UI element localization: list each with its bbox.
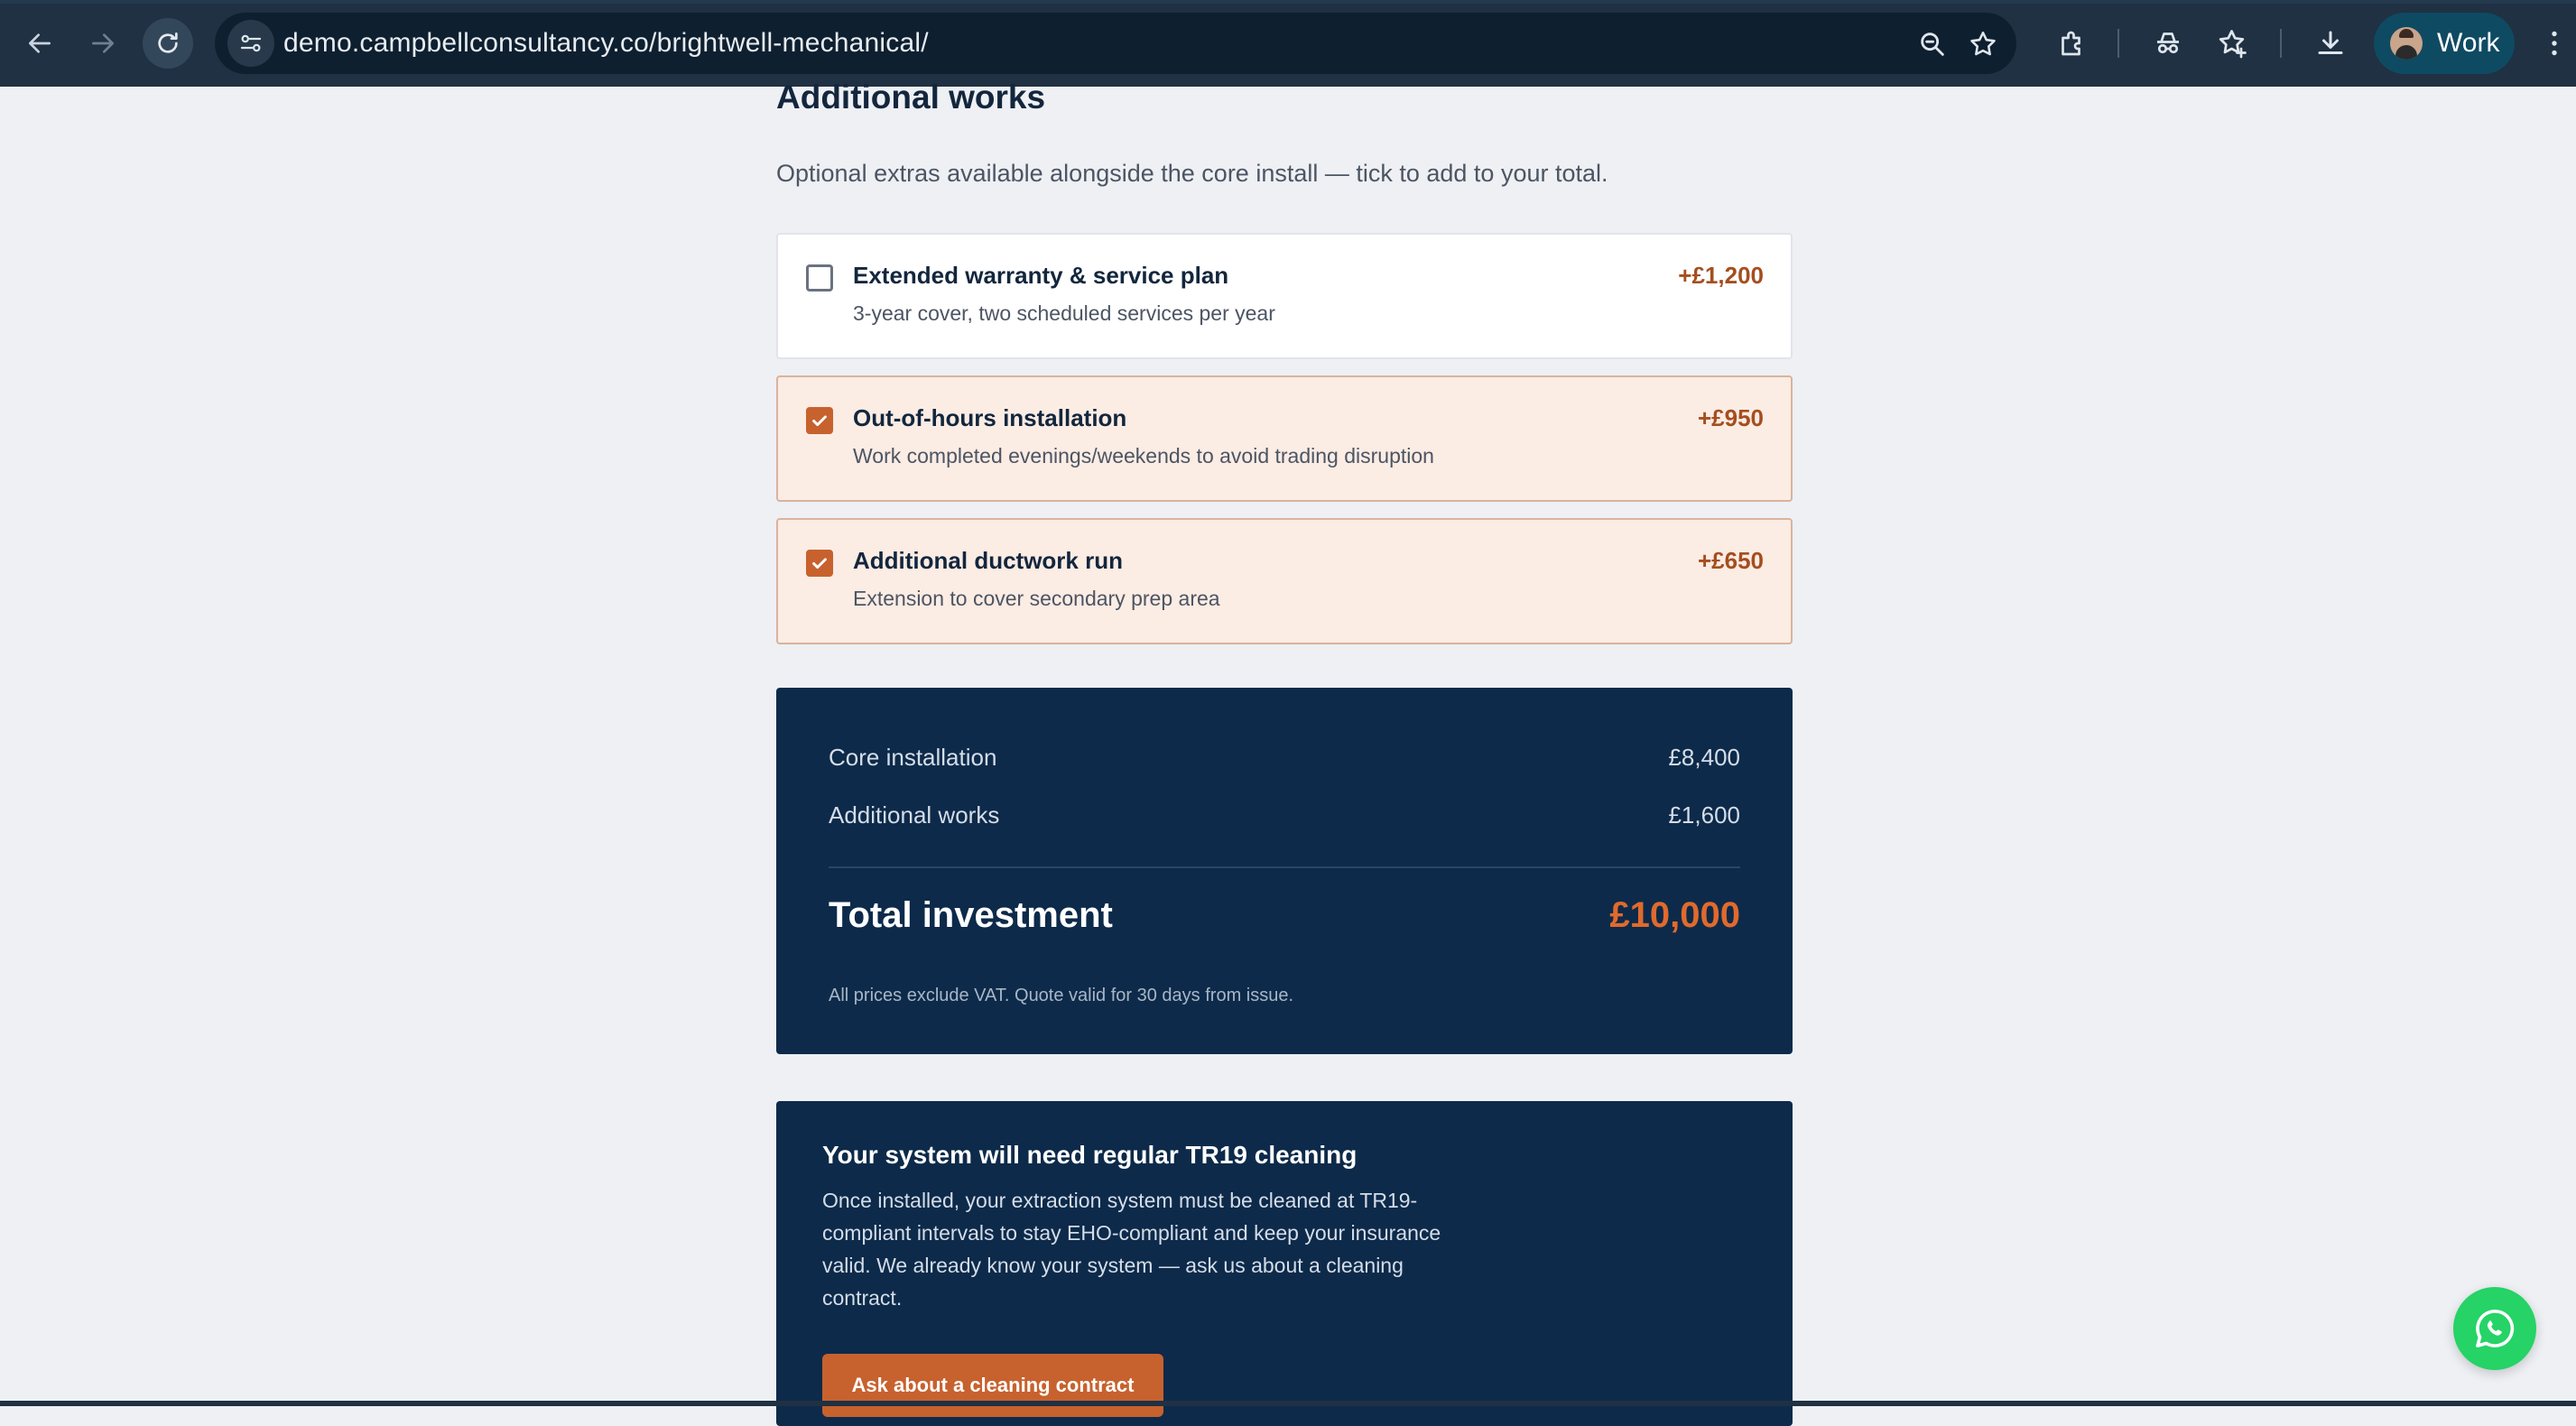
url-text[interactable]: demo.campbellconsultancy.co/brightwell-m… bbox=[283, 13, 929, 74]
option-title: Extended warranty & service plan bbox=[853, 262, 1229, 289]
summary-divider bbox=[829, 866, 1740, 868]
whatsapp-icon bbox=[2476, 1310, 2515, 1347]
option-price: +£950 bbox=[1697, 404, 1764, 431]
summary-value: £8,400 bbox=[1668, 744, 1740, 771]
vat-note: All prices exclude VAT. Quote valid for … bbox=[829, 986, 1294, 1005]
checkbox-extended-warranty[interactable] bbox=[806, 264, 833, 292]
bookmark-star-icon[interactable] bbox=[1968, 29, 1998, 60]
checkmark-icon bbox=[812, 415, 827, 427]
cleaning-contract-button[interactable]: Ask about a cleaning contract bbox=[822, 1354, 1163, 1417]
browser-toolbar: demo.campbellconsultancy.co/brightwell-m… bbox=[0, 0, 2576, 87]
tune-icon bbox=[240, 34, 262, 52]
option-title: Additional ductwork run bbox=[853, 547, 1123, 574]
site-info-button[interactable] bbox=[227, 20, 274, 67]
address-bar[interactable]: demo.campbellconsultancy.co/brightwell-m… bbox=[215, 13, 2016, 74]
option-extended-warranty[interactable]: Extended warranty & service plan 3-year … bbox=[776, 233, 1793, 359]
section-subtitle: Optional extras available alongside the … bbox=[776, 160, 1608, 187]
total-value: £10,000 bbox=[1609, 895, 1740, 935]
profile-label: Work bbox=[2437, 28, 2500, 58]
arrow-right-icon bbox=[92, 33, 114, 53]
back-button[interactable] bbox=[14, 18, 65, 69]
tr19-promo: Your system will need regular TR19 clean… bbox=[776, 1101, 1793, 1426]
reload-icon bbox=[158, 32, 178, 53]
extensions-icon[interactable] bbox=[2056, 27, 2089, 60]
profile-button[interactable]: Work bbox=[2374, 13, 2515, 74]
option-ductwork-run[interactable]: Additional ductwork run Extension to cov… bbox=[776, 518, 1793, 644]
download-icon[interactable] bbox=[2314, 27, 2347, 60]
window-bottom-edge bbox=[0, 1401, 2576, 1406]
incognito-icon[interactable] bbox=[2152, 27, 2184, 60]
reading-list-star-icon[interactable] bbox=[2217, 27, 2249, 60]
option-price: +£1,200 bbox=[1678, 262, 1764, 289]
zoom-icon[interactable] bbox=[1917, 29, 1948, 60]
summary-row-additional: Additional works £1,600 bbox=[829, 801, 1740, 829]
more-menu-icon[interactable] bbox=[2538, 27, 2571, 60]
promo-text: Once installed, your extraction system m… bbox=[822, 1189, 1441, 1310]
option-title: Out-of-hours installation bbox=[853, 404, 1127, 431]
promo-title: Your system will need regular TR19 clean… bbox=[822, 1141, 1357, 1169]
summary-label: Core installation bbox=[829, 744, 997, 771]
price-summary: Core installation £8,400 Additional work… bbox=[776, 688, 1793, 1054]
toolbar-separator bbox=[2117, 29, 2119, 58]
checkmark-icon bbox=[812, 558, 827, 569]
option-description: Extension to cover secondary prep area bbox=[853, 587, 1220, 610]
option-description: Work completed evenings/weekends to avoi… bbox=[853, 444, 1434, 468]
section-title: Additional works bbox=[776, 79, 1046, 116]
reload-button[interactable] bbox=[143, 18, 193, 69]
option-out-of-hours[interactable]: Out-of-hours installation Work completed… bbox=[776, 375, 1793, 502]
summary-value: £1,600 bbox=[1668, 801, 1740, 829]
forward-button[interactable] bbox=[78, 18, 128, 69]
whatsapp-chat-button[interactable] bbox=[2453, 1287, 2536, 1370]
checkbox-ductwork-run[interactable] bbox=[806, 550, 833, 577]
arrow-left-icon bbox=[29, 33, 51, 53]
option-price: +£650 bbox=[1697, 547, 1764, 574]
summary-label: Additional works bbox=[829, 801, 1000, 829]
toolbar-separator bbox=[2280, 29, 2282, 58]
checkbox-out-of-hours[interactable] bbox=[806, 407, 833, 434]
total-label: Total investment bbox=[829, 895, 1113, 935]
avatar bbox=[2390, 27, 2423, 60]
toolbar-top-edge bbox=[0, 0, 2576, 4]
option-description: 3-year cover, two scheduled services per… bbox=[853, 301, 1275, 325]
summary-row-core: Core installation £8,400 bbox=[829, 744, 1740, 772]
